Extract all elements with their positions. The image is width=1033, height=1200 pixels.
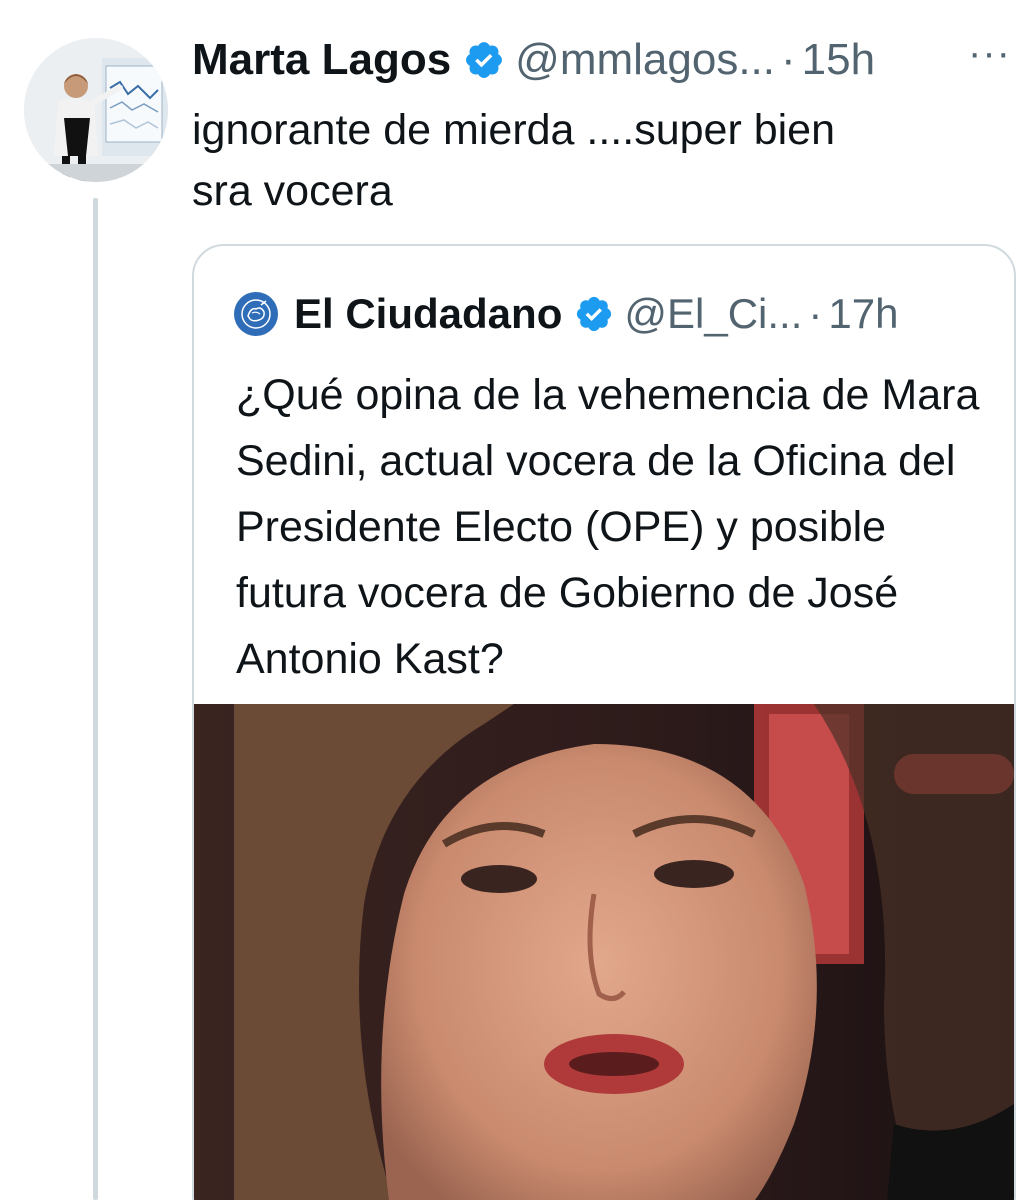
quoted-tweet-header: El Ciudadano @El_Ci... · 17h <box>234 290 898 338</box>
el-ciudadano-logo-icon[interactable] <box>234 292 278 336</box>
video-thumbnail-image[interactable] <box>194 704 1014 1200</box>
quoted-tweet-card[interactable]: El Ciudadano @El_Ci... · 17h ¿Qué opina … <box>192 244 1016 1200</box>
header-separator: · <box>781 35 796 84</box>
quoted-tweet-text: ¿Qué opina de la vehemencia de Mara Sedi… <box>236 371 980 683</box>
quoted-author-handle[interactable]: @El_Ci... <box>624 290 802 338</box>
author-name[interactable]: Marta Lagos <box>192 35 451 85</box>
more-options-icon[interactable]: ··· <box>968 33 1011 73</box>
quoted-timestamp[interactable]: 17h <box>828 290 898 338</box>
thread-connector-line <box>93 198 98 1200</box>
tweet-text: ignorante de mierda ....super bien sra v… <box>192 106 836 215</box>
quoted-header-separator: · <box>808 290 823 337</box>
verified-badge-icon[interactable] <box>463 39 505 81</box>
tweet-header: Marta Lagos @mmlagos... · 15h <box>192 30 1013 90</box>
profile-photo-icon <box>24 38 168 182</box>
quoted-author-name[interactable]: El Ciudadano <box>294 290 562 338</box>
author-handle[interactable]: @mmlagos... <box>515 35 775 85</box>
author-avatar[interactable] <box>24 38 168 182</box>
tweet-timestamp[interactable]: 15h <box>802 35 875 85</box>
quoted-verified-badge-icon[interactable] <box>574 294 614 334</box>
tweet[interactable]: Marta Lagos @mmlagos... · 15h ··· ignora… <box>0 0 1033 1200</box>
